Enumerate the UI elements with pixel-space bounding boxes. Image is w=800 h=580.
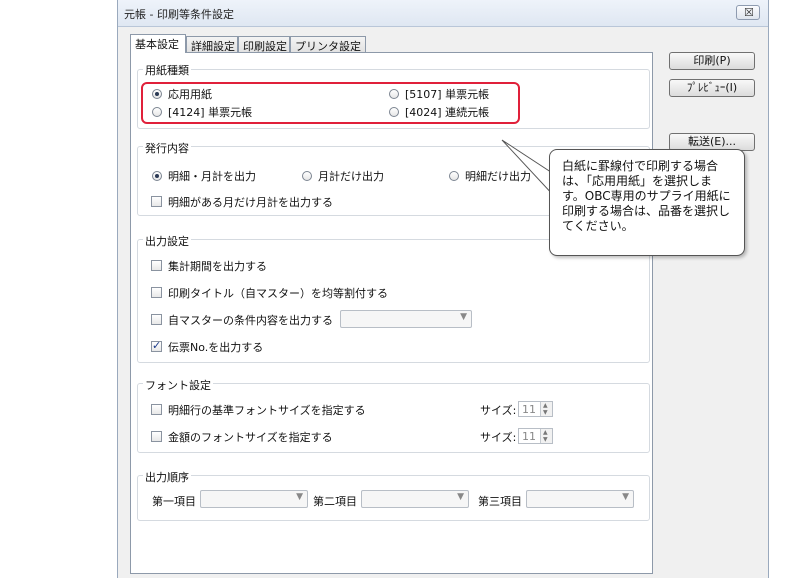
tab-basic[interactable]: 基本設定 bbox=[130, 34, 186, 53]
callout-pointer bbox=[501, 139, 564, 198]
callout-note: 白紙に罫線付で印刷する場合は、「応用用紙」を選択します。OBC専用のサプライ用紙… bbox=[549, 149, 745, 256]
